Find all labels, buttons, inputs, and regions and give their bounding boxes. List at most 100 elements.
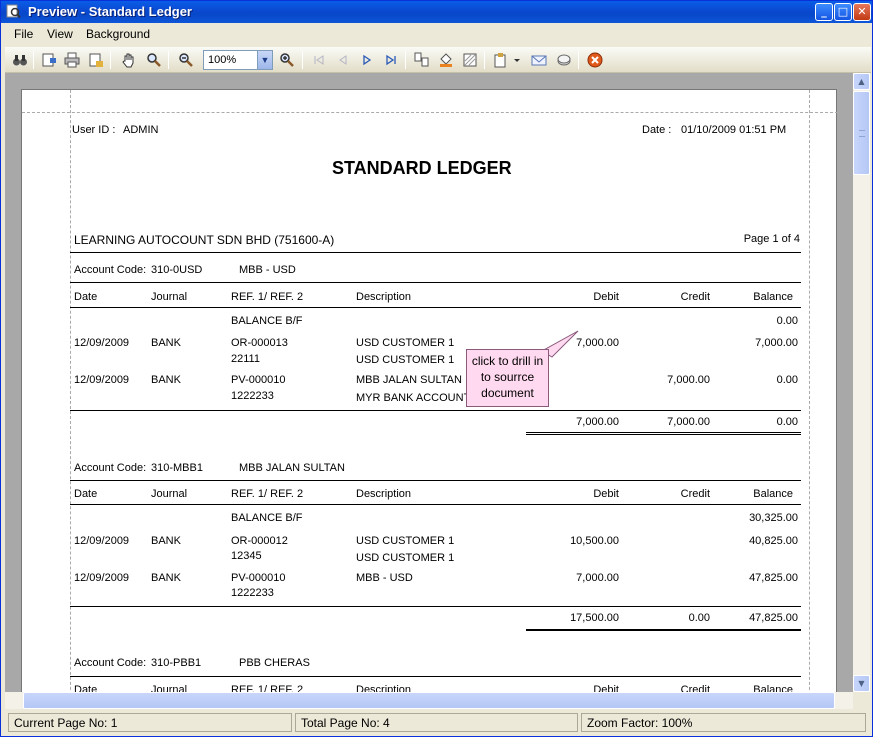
zoom-factor-status: Zoom Factor: 100% xyxy=(581,713,866,732)
row-desc1: USD CUSTOMER 1 xyxy=(356,535,455,547)
total-balance: 47,825.00 xyxy=(749,612,798,624)
watermark-icon[interactable] xyxy=(461,51,479,69)
magnifier-icon[interactable] xyxy=(145,51,163,69)
balance-bf-label: BALANCE B/F xyxy=(231,512,303,524)
row-ref2: 12345 xyxy=(231,550,262,562)
scroll-down-icon[interactable]: ▼ xyxy=(853,675,870,692)
print-options-icon[interactable] xyxy=(87,51,105,69)
col-description: Description xyxy=(356,488,412,500)
balance-bf: 30,325.00 xyxy=(749,512,798,524)
row-ref1[interactable]: OR-000012 xyxy=(231,535,288,547)
col-description: Description xyxy=(356,684,412,692)
account-code-label: Account Code: xyxy=(74,462,147,474)
row-date: 12/09/2009 xyxy=(74,337,130,349)
row-debit[interactable]: 7,000.00 xyxy=(519,572,619,584)
row-date: 12/09/2009 xyxy=(74,535,130,547)
row-journal: BANK xyxy=(151,337,181,349)
col-debit: Debit xyxy=(593,291,619,303)
close-preview-icon[interactable] xyxy=(586,51,604,69)
page-info: Page 1 of 4 xyxy=(743,233,800,245)
row-ref2: 22111 xyxy=(231,353,260,365)
row-desc2: USD CUSTOMER 1 xyxy=(356,552,455,564)
preview-viewport[interactable]: User ID : ADMIN Date : 01/10/2009 01:51 … xyxy=(5,73,853,692)
balance-bf-label: BALANCE B/F xyxy=(231,315,303,327)
col-balance: Balance xyxy=(753,291,793,303)
col-balance: Balance xyxy=(753,684,793,692)
total-debit: 17,500.00 xyxy=(570,612,619,624)
col-date: Date xyxy=(74,488,98,500)
user-id-label: User ID : xyxy=(72,124,116,136)
next-page-icon[interactable] xyxy=(358,51,376,69)
col-date: Date xyxy=(74,291,98,303)
minimize-button[interactable]: _ xyxy=(815,3,833,21)
zoom-out-icon[interactable] xyxy=(177,51,195,69)
email-icon[interactable] xyxy=(530,51,548,69)
preview-app-icon xyxy=(6,4,21,19)
export-dropdown-icon[interactable] xyxy=(512,51,522,69)
zoom-combo[interactable]: 100% ▼ xyxy=(203,50,273,70)
fill-color-icon[interactable] xyxy=(437,51,455,69)
row-date: 12/09/2009 xyxy=(74,374,130,386)
vertical-scroll-thumb[interactable] xyxy=(853,91,870,175)
account-code: 310-0USD xyxy=(151,264,203,276)
scroll-up-icon[interactable]: ▲ xyxy=(853,73,870,90)
row-ref1[interactable]: PV-000010 xyxy=(231,374,285,386)
menu-background[interactable]: Background xyxy=(86,27,150,41)
row-balance: 0.00 xyxy=(776,374,798,386)
export-icon[interactable] xyxy=(492,51,510,69)
menu-file[interactable]: File xyxy=(14,27,33,41)
row-credit[interactable]: 7,000.00 xyxy=(610,374,710,386)
row-desc2: USD CUSTOMER 1 xyxy=(356,354,455,366)
col-debit: Debit xyxy=(593,488,619,500)
report-title: STANDARD LEDGER xyxy=(332,158,512,178)
last-page-icon[interactable] xyxy=(382,51,400,69)
row-journal: BANK xyxy=(151,535,181,547)
col-journal: Journal xyxy=(151,291,188,303)
row-desc2: MYR BANK ACCOUNT xyxy=(356,392,471,404)
first-page-icon[interactable] xyxy=(310,51,328,69)
col-journal: Journal xyxy=(151,488,188,500)
row-ref1[interactable]: OR-000013 xyxy=(231,337,288,349)
total-page-status: Total Page No: 4 xyxy=(295,713,578,732)
row-balance: 47,825.00 xyxy=(749,572,798,584)
row-ref2: 1222233 xyxy=(231,587,274,599)
hand-icon[interactable] xyxy=(120,51,138,69)
total-balance: 0.00 xyxy=(776,416,798,428)
close-button[interactable]: ✕ xyxy=(853,3,871,21)
account-code-label: Account Code: xyxy=(74,264,147,276)
row-balance: 7,000.00 xyxy=(755,337,798,349)
row-debit[interactable]: 10,500.00 xyxy=(519,535,619,547)
row-date: 12/09/2009 xyxy=(74,572,130,584)
chevron-down-icon[interactable]: ▼ xyxy=(257,51,272,69)
col-description: Description xyxy=(356,291,412,303)
print-icon[interactable] xyxy=(63,51,81,69)
row-balance: 40,825.00 xyxy=(749,535,798,547)
total-debit: 7,000.00 xyxy=(576,416,619,428)
vertical-scrollbar[interactable]: ▲ ▼ xyxy=(853,73,870,692)
open-document-icon[interactable] xyxy=(555,51,573,69)
multiple-pages-icon[interactable] xyxy=(413,51,431,69)
menu-bar: File View Background xyxy=(1,23,872,45)
horizontal-scroll-thumb[interactable] xyxy=(23,692,835,709)
page-setup-icon[interactable] xyxy=(40,51,58,69)
account-code-label: Account Code: xyxy=(74,657,147,669)
binoculars-icon[interactable] xyxy=(11,51,29,69)
account-name: PBB CHERAS xyxy=(239,657,310,669)
row-desc1: USD CUSTOMER 1 xyxy=(356,337,455,349)
col-ref: REF. 1/ REF. 2 xyxy=(231,488,304,500)
previous-page-icon[interactable] xyxy=(334,51,352,69)
date-label: Date : xyxy=(642,124,672,136)
row-ref1[interactable]: PV-000010 xyxy=(231,572,285,584)
menu-view[interactable]: View xyxy=(47,27,73,41)
col-journal: Journal xyxy=(151,684,188,692)
zoom-in-icon[interactable] xyxy=(278,51,296,69)
drill-down-callout: click to drill in to sourrce document xyxy=(466,349,549,407)
maximize-button[interactable]: □ xyxy=(834,3,852,21)
preview-window: Preview - Standard Ledger _ □ ✕ File Vie… xyxy=(0,0,873,737)
title-bar[interactable]: Preview - Standard Ledger _ □ ✕ xyxy=(1,1,872,23)
horizontal-scrollbar[interactable] xyxy=(5,692,853,709)
total-credit: 0.00 xyxy=(688,612,710,624)
zoom-value: 100% xyxy=(208,54,237,66)
balance-bf: 0.00 xyxy=(776,315,798,327)
total-credit: 7,000.00 xyxy=(667,416,710,428)
